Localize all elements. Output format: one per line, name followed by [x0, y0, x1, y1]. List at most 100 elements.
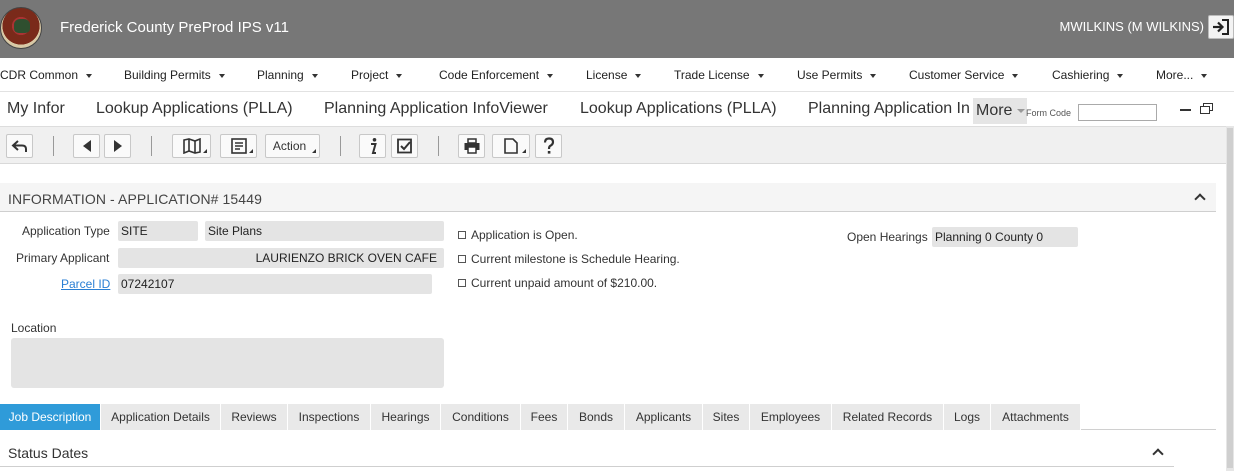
undo-arrow-icon	[11, 140, 27, 152]
menu-code-enforcement[interactable]: Code Enforcement	[439, 68, 554, 82]
chevron-down-icon	[757, 73, 764, 78]
triangle-left-icon	[82, 140, 91, 152]
document-menu-button[interactable]	[492, 134, 530, 158]
tab-inspections[interactable]: Inspections	[288, 404, 371, 430]
chevron-down-icon	[1117, 73, 1124, 78]
chevron-down-icon	[86, 73, 93, 78]
minimize-icon[interactable]	[1179, 102, 1193, 118]
menu-use-permits[interactable]: Use Permits	[797, 68, 877, 82]
tab-planning-application-in[interactable]: Planning Application In	[808, 100, 972, 118]
location-field[interactable]	[11, 338, 444, 388]
application-type-code-field[interactable]: SITE	[118, 221, 198, 241]
status-line: Application is Open.	[458, 228, 578, 242]
tab-bonds[interactable]: Bonds	[568, 404, 625, 430]
parcel-id-link[interactable]: Parcel ID	[61, 277, 110, 291]
chevron-down-icon	[218, 73, 225, 78]
restore-window-icon[interactable]	[1200, 103, 1215, 116]
detail-tabs: Job Description Application Details Revi…	[0, 404, 1216, 430]
report-menu-button[interactable]	[220, 134, 257, 158]
more-tabs-button[interactable]: More	[973, 98, 1027, 124]
vertical-scrollbar[interactable]	[1226, 126, 1234, 471]
chevron-down-icon	[870, 73, 877, 78]
triangle-right-icon	[113, 140, 122, 152]
tab-reviews[interactable]: Reviews	[221, 404, 288, 430]
document-list-icon	[230, 138, 247, 154]
toolbar-divider	[151, 136, 152, 156]
menu-cashiering[interactable]: Cashiering	[1052, 68, 1124, 82]
chevron-down-icon	[1201, 73, 1208, 78]
next-record-button[interactable]	[104, 134, 131, 158]
tab-conditions[interactable]: Conditions	[441, 404, 521, 430]
application-type-label: Application Type	[22, 224, 110, 238]
map-menu-button[interactable]	[172, 134, 211, 158]
tab-related-records[interactable]: Related Records	[832, 404, 944, 430]
county-seal-logo	[0, 7, 42, 49]
parcel-id-field[interactable]: 07242107	[118, 274, 432, 294]
tab-job-description[interactable]: Job Description	[0, 404, 101, 430]
menu-license[interactable]: License	[586, 68, 642, 82]
tab-lookup-applications-2[interactable]: Lookup Applications (PLLA)	[580, 100, 777, 118]
menu-cdr-common[interactable]: CDR Common	[0, 68, 93, 82]
info-icon	[370, 138, 377, 154]
open-hearings-field[interactable]: Planning 0 County 0	[932, 227, 1078, 247]
chevron-down-icon	[1012, 73, 1019, 78]
chevron-down-icon	[635, 73, 642, 78]
tab-my-info[interactable]: My Infor	[7, 100, 65, 118]
help-button[interactable]	[535, 134, 562, 158]
chevron-up-icon[interactable]	[1194, 192, 1204, 202]
map-icon	[182, 138, 201, 154]
tab-attachments[interactable]: Attachments	[991, 404, 1081, 430]
primary-applicant-field[interactable]: LAURIENZO BRICK OVEN CAFE	[118, 248, 444, 268]
tab-applicants[interactable]: Applicants	[625, 404, 703, 430]
back-button[interactable]	[6, 134, 33, 158]
chevron-down-icon	[1017, 109, 1025, 113]
chevron-up-icon[interactable]	[1152, 447, 1162, 457]
checkbox-checked-icon	[396, 138, 412, 154]
form-code-input[interactable]	[1078, 104, 1157, 121]
logout-button[interactable]	[1208, 15, 1234, 39]
status-dates-title: Status Dates	[8, 445, 89, 461]
sign-out-icon	[1213, 19, 1229, 35]
menu-trade-license[interactable]: Trade License	[674, 68, 764, 82]
tab-fees[interactable]: Fees	[521, 404, 568, 430]
action-menu-button[interactable]: Action	[265, 134, 320, 158]
form-code-label: Form Code	[1026, 108, 1072, 118]
checkbox-icon	[458, 255, 466, 263]
tab-application-details[interactable]: Application Details	[101, 404, 221, 430]
tab-sites[interactable]: Sites	[703, 404, 750, 430]
checklist-button[interactable]	[391, 134, 418, 158]
section-title: INFORMATION - APPLICATION# 15449	[8, 191, 262, 207]
checkbox-icon	[458, 279, 466, 287]
menu-project[interactable]: Project	[351, 68, 403, 82]
menu-building-permits[interactable]: Building Permits	[124, 68, 225, 82]
printer-icon	[464, 138, 479, 154]
main-menu: CDR Common Building Permits Planning Pro…	[0, 58, 1234, 92]
print-button[interactable]	[458, 134, 485, 158]
application-type-desc-field[interactable]: Site Plans	[205, 221, 444, 241]
toolbar: Action	[0, 126, 1234, 164]
checkbox-icon	[458, 231, 466, 239]
menu-more[interactable]: More...	[1156, 68, 1208, 82]
app-header: Frederick County PreProd IPS v11 MWILKIN…	[0, 0, 1234, 58]
user-name[interactable]: MWILKINS (M WILKINS)	[1060, 19, 1204, 34]
previous-record-button[interactable]	[73, 134, 100, 158]
tab-logs[interactable]: Logs	[944, 404, 991, 430]
info-button[interactable]	[359, 134, 386, 158]
toolbar-divider	[53, 136, 54, 156]
location-label: Location	[11, 321, 57, 335]
toolbar-divider	[438, 136, 439, 156]
document-icon	[504, 138, 518, 154]
status-line: Current milestone is Schedule Hearing.	[458, 252, 680, 266]
tab-employees[interactable]: Employees	[750, 404, 832, 430]
tab-hearings[interactable]: Hearings	[371, 404, 441, 430]
status-dates-header: Status Dates	[0, 438, 1174, 467]
tab-lookup-applications[interactable]: Lookup Applications (PLLA)	[96, 100, 293, 118]
app-title: Frederick County PreProd IPS v11	[60, 19, 289, 36]
menu-planning[interactable]: Planning	[257, 68, 318, 82]
tab-planning-application-infoviewer[interactable]: Planning Application InfoViewer	[324, 100, 548, 118]
chevron-down-icon	[547, 73, 554, 78]
question-mark-icon	[543, 137, 554, 154]
primary-applicant-label: Primary Applicant	[16, 251, 110, 265]
chevron-down-icon	[311, 73, 318, 78]
menu-customer-service[interactable]: Customer Service	[909, 68, 1019, 82]
